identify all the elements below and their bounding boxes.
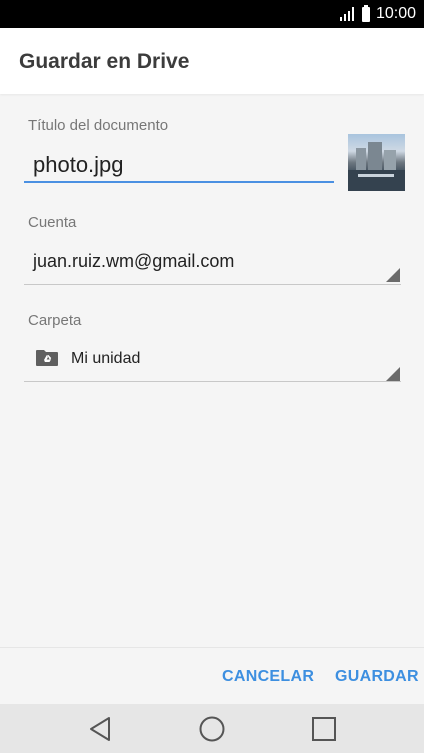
status-indicators: 10:00: [339, 4, 416, 24]
app-header: Guardar en Drive: [0, 28, 424, 94]
folder-select[interactable]: Mi unidad: [71, 350, 140, 368]
status-bar: 10:00: [0, 0, 424, 28]
page-title: Guardar en Drive: [19, 50, 190, 73]
save-button[interactable]: GUARDAR: [335, 668, 419, 686]
document-title-underline: [24, 181, 334, 183]
clock: 10:00: [375, 5, 416, 22]
photo-thumbnail: [348, 134, 405, 191]
home-icon[interactable]: [198, 715, 226, 743]
system-nav-bar: [0, 704, 424, 753]
back-icon[interactable]: [86, 715, 114, 743]
document-title-label: Título del documento: [28, 117, 169, 134]
drive-folder-icon: [36, 350, 58, 366]
cancel-button[interactable]: CANCELAR: [222, 668, 314, 686]
account-underline: [24, 284, 401, 285]
account-select[interactable]: juan.ruiz.wm@gmail.com: [33, 251, 234, 272]
battery-icon: [361, 4, 370, 22]
folder-dropdown-icon[interactable]: [386, 367, 400, 381]
document-title-input[interactable]: photo.jpg: [33, 152, 124, 178]
signal-icon: [339, 7, 356, 21]
account-label: Cuenta: [28, 214, 77, 231]
screen: 10:00 Guardar en Drive Título del docume…: [0, 0, 424, 753]
folder-underline: [24, 381, 401, 382]
dialog-actions: CANCELAR GUARDAR: [0, 647, 424, 705]
folder-label: Carpeta: [28, 312, 82, 329]
account-dropdown-icon[interactable]: [386, 268, 400, 282]
recents-icon[interactable]: [310, 715, 338, 743]
